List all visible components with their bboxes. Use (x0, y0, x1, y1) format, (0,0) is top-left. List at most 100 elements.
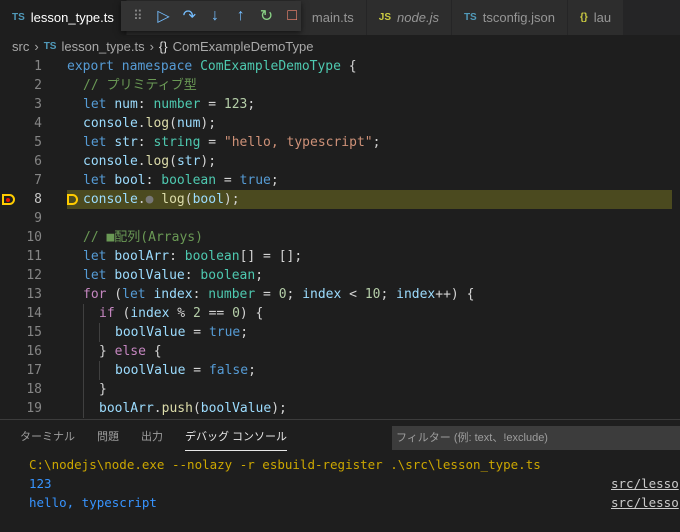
breadcrumb-separator: › (149, 38, 154, 54)
tab-lesson_type-ts[interactable]: TS lesson_type.ts (0, 0, 127, 35)
code-token: . (153, 401, 162, 416)
tab-label: node.js (397, 10, 439, 25)
restart-button[interactable]: ↻ (258, 6, 276, 26)
step-over-button[interactable]: ↷ (180, 6, 198, 26)
line-number: 9 (34, 211, 42, 226)
code-token: ; (248, 363, 256, 378)
code-text: } else { (99, 342, 162, 361)
code-token: index (396, 287, 436, 302)
code-text: export namespace ComExampleDemoType { (67, 57, 357, 76)
code-editor[interactable]: 1 export namespace ComExampleDemoType { 2 /… (0, 57, 680, 419)
code-line: 16 } else { (0, 342, 672, 361)
code-token: : (184, 268, 201, 283)
panel-tab[interactable]: ターミナル (20, 428, 75, 451)
code-line: 6 console.log(str); (0, 152, 672, 171)
panel-tab[interactable]: デバッグ コンソール (185, 428, 288, 451)
code-token: str (114, 135, 138, 150)
tab-node-js[interactable]: JS node.js (366, 0, 452, 35)
code-token: ; (380, 287, 397, 302)
line-number: 8 (34, 192, 42, 207)
code-token: . (137, 154, 146, 169)
code-token: boolean (184, 249, 240, 264)
breadcrumb-folder[interactable]: src (12, 39, 29, 54)
code-token: boolean (161, 173, 217, 188)
code-token: boolValue (200, 401, 272, 416)
code-text: // ■配列(Arrays) (83, 228, 203, 247)
code-token: 2 (192, 306, 201, 321)
breadcrumb-file[interactable]: lesson_type.ts (61, 39, 144, 54)
code-token: push (161, 401, 193, 416)
indent-guide (83, 323, 84, 342)
code-token: . (137, 116, 146, 131)
code-line: 18} (0, 380, 672, 399)
indent-guide (99, 323, 100, 342)
tab-label: main.ts (311, 10, 354, 25)
filter-input[interactable]: フィルター (例: text、!exclude) (392, 426, 680, 450)
source-link[interactable]: src/lesso (611, 495, 679, 510)
code-token: == (200, 306, 233, 321)
code-line: 15 boolValue = true; (0, 323, 672, 342)
line-number: 16 (26, 344, 42, 359)
code-token: let (83, 249, 107, 264)
code-token: = (200, 97, 224, 112)
code-token: ); (271, 401, 287, 416)
code-token: console (83, 192, 138, 207)
line-number: 2 (34, 78, 42, 93)
code-token: : (192, 287, 209, 302)
code-token: number (153, 97, 201, 112)
source-link[interactable]: src/lesso (611, 476, 679, 491)
code-token: = (185, 325, 209, 340)
code-text: boolArr.push(boolValue); (99, 399, 287, 418)
code-token: // プリミティブ型 (83, 78, 197, 93)
code-token: namespace (121, 59, 193, 74)
indent-guide (99, 361, 100, 380)
code-line: 2 // プリミティブ型 (0, 76, 672, 95)
step-into-button[interactable]: ↓ (206, 7, 224, 25)
code-token: true (208, 325, 241, 340)
code-token: if (99, 306, 115, 321)
indent-guide (83, 380, 84, 399)
line-number: 11 (26, 249, 42, 264)
continue-button[interactable]: ▷ (155, 6, 173, 26)
stop-button[interactable]: □ (283, 7, 301, 25)
code-token: true (239, 173, 271, 188)
code-token: let (83, 97, 107, 112)
code-token: { (340, 59, 357, 74)
code-line: 10 // ■配列(Arrays) (0, 228, 672, 247)
breadcrumb-symbol[interactable]: ComExampleDemoType (173, 39, 314, 54)
panel-tab[interactable]: 出力 (141, 428, 163, 451)
code-text: let bool: boolean = true; (83, 171, 279, 190)
code-token: = (255, 287, 279, 302)
line-number: 14 (26, 306, 42, 321)
breadcrumb-separator: › (34, 38, 39, 54)
code-token: log (161, 192, 185, 207)
code-text: if (index % 2 == 0) { (99, 304, 263, 323)
code-token: { (145, 344, 162, 359)
code-token: ● (145, 192, 162, 207)
tab-tsconfig-json[interactable]: TS tsconfig.json (451, 0, 568, 35)
code-line: 14 if (index % 2 == 0) { (0, 304, 672, 323)
code-token: let (83, 173, 107, 188)
code-token: boolArr (99, 401, 154, 416)
code-token: ; (255, 268, 264, 283)
code-token: boolValue (115, 325, 186, 340)
console-output-line: C:\nodejs\node.exe --nolazy -r esbuild-r… (29, 457, 541, 472)
console-output-line: 123 (29, 476, 52, 491)
code-token: : (145, 173, 162, 188)
code-line: 1 export namespace ComExampleDemoType { (0, 57, 672, 76)
code-token: ; (247, 97, 256, 112)
line-number: 1 (34, 59, 42, 74)
step-out-button[interactable]: ↑ (232, 7, 250, 25)
code-token: bool (114, 173, 146, 188)
editor-tabs: TS lesson_type.ts main.ts JS node.js TS tsconf… (0, 0, 680, 35)
code-token: boolValue (114, 268, 185, 283)
tab-lau[interactable]: {} lau (568, 0, 625, 35)
line-number: 15 (26, 325, 42, 340)
code-token: < (341, 287, 365, 302)
code-token: = (216, 173, 240, 188)
panel-tab[interactable]: 問題 (97, 428, 119, 451)
drag-handle-icon[interactable]: ⠿ (129, 8, 147, 24)
code-token: ( (169, 154, 177, 169)
code-token: : (137, 135, 154, 150)
